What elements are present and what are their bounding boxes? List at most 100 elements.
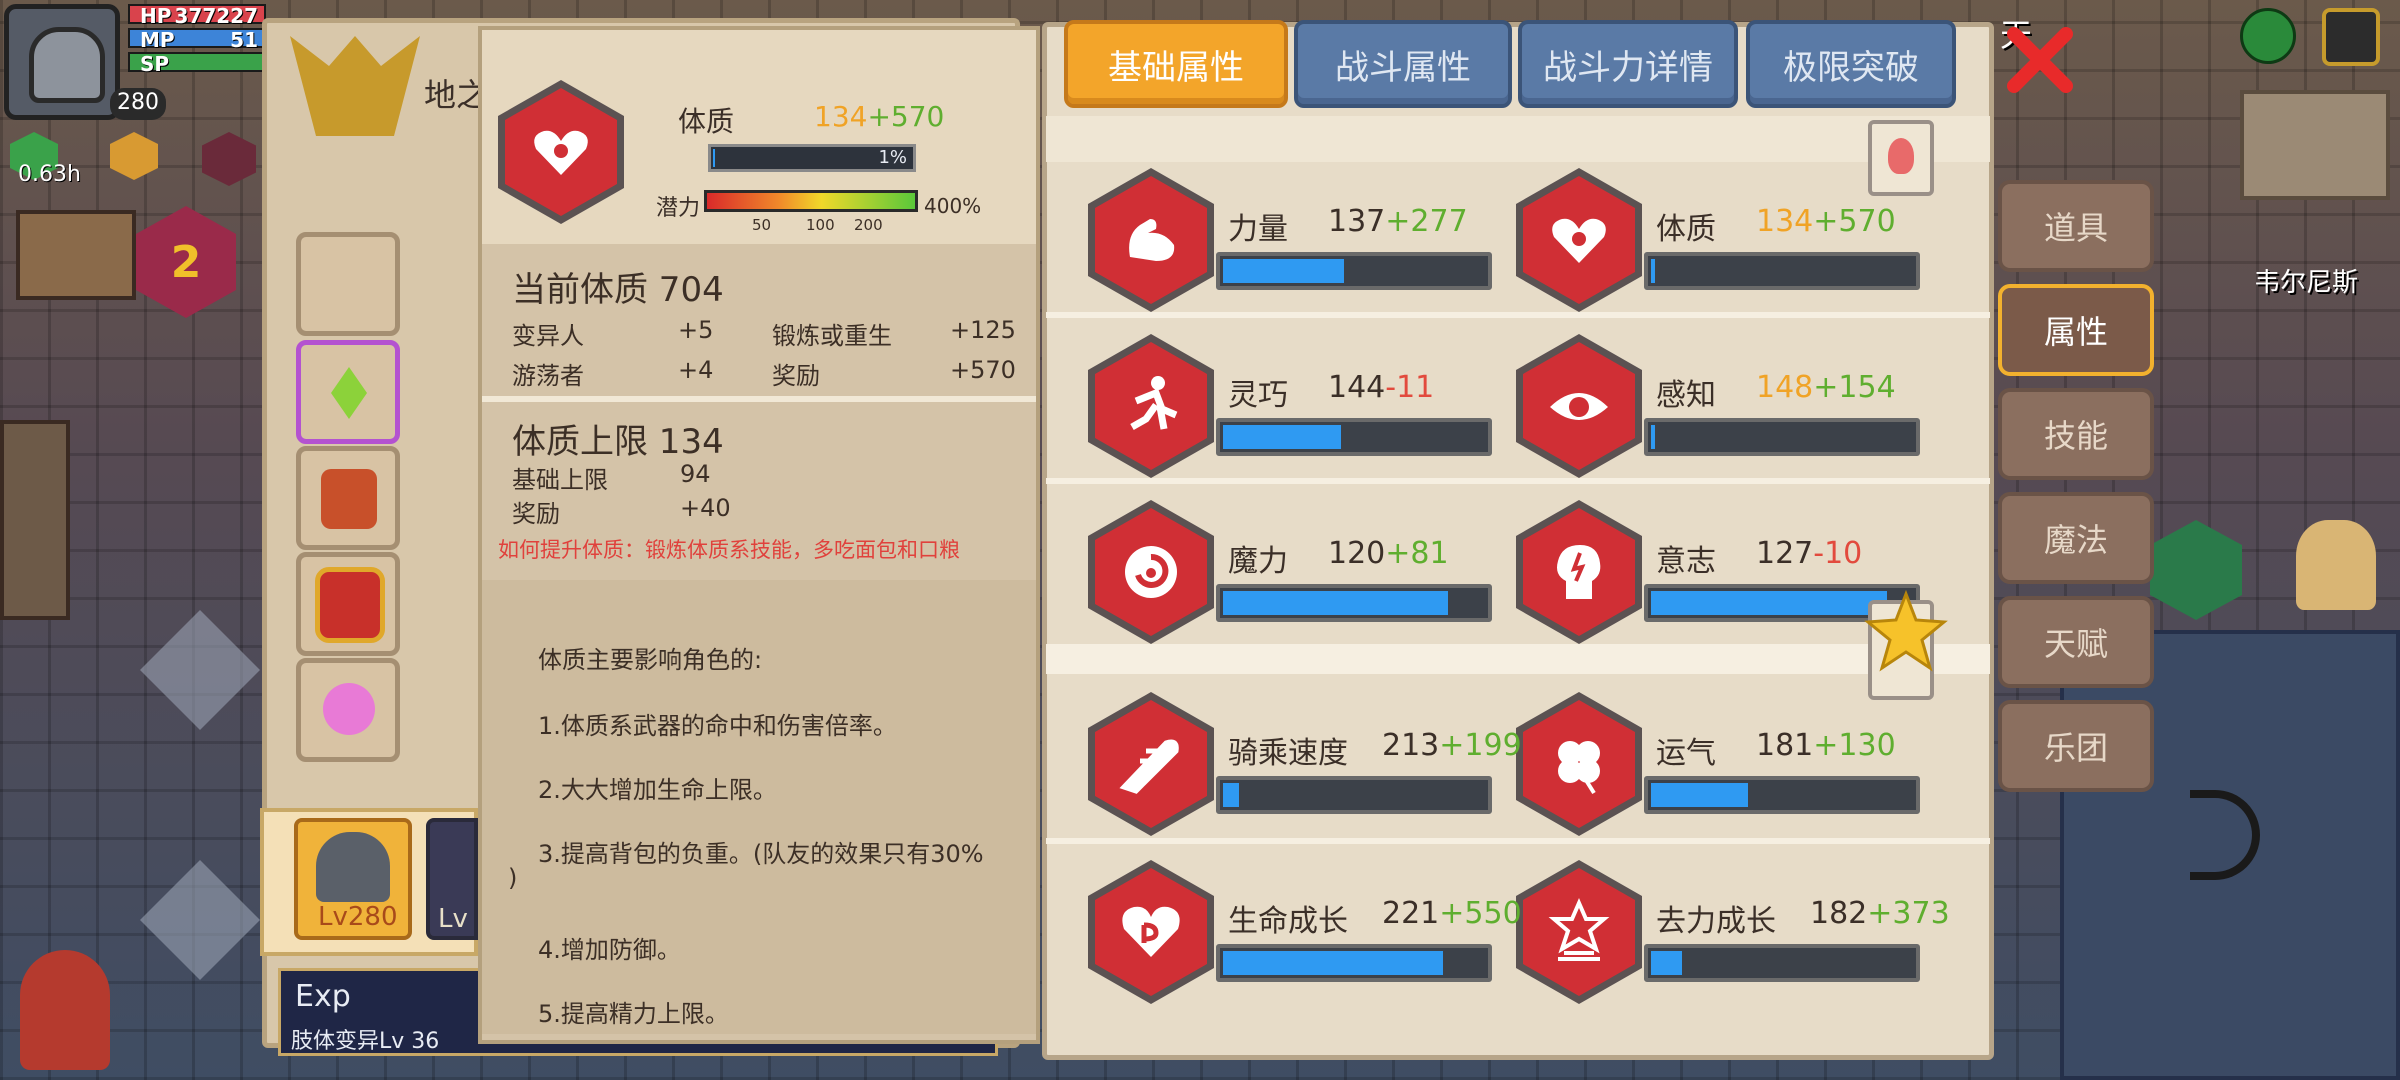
side-menu-item[interactable]: 天赋 [1998, 596, 2154, 688]
source-name: 锻炼或重生 [772, 322, 892, 350]
attr-name: 魔力 [1228, 544, 1288, 579]
equip-slot-armor[interactable] [296, 552, 400, 656]
potion-icon [1888, 138, 1914, 174]
potential-tick-200: 200 [854, 216, 883, 234]
equip-slot-head[interactable] [296, 232, 400, 336]
side-menu-item[interactable]: 属性 [1998, 284, 2154, 376]
attr-7-box[interactable]: 运气 181+130 [1640, 720, 1920, 820]
attr-name: 运气 [1656, 736, 1716, 771]
side-menu-item[interactable]: 道具 [1998, 180, 2154, 272]
attr-mod: +373 [1867, 896, 1950, 931]
attr-progress-fill [1223, 591, 1448, 615]
hp-bar: HP 377227 [128, 4, 266, 28]
mp-value: 51 [230, 28, 258, 52]
attr-progress-bar [1216, 418, 1492, 456]
attr-progress-bar [1644, 776, 1920, 814]
divider [482, 396, 1036, 402]
player-avatar[interactable] [4, 4, 120, 120]
attr-0-box[interactable]: 力量 137+277 [1212, 196, 1492, 296]
stat-detail-bonus: +570 [867, 100, 945, 133]
attr-6-box[interactable]: 骑乘速度 213+199 [1212, 720, 1522, 820]
attr-base: 137 [1328, 204, 1386, 239]
sp-bar: SP [128, 52, 266, 76]
player-character [20, 950, 110, 1070]
tab-combat-power-details[interactable]: 战斗力详情 [1518, 20, 1738, 108]
side-menu-item[interactable]: 技能 [1998, 388, 2154, 480]
effect-line: 3.提高背包的负重。(队友的效果只有30% [538, 840, 984, 868]
equip-slot-back[interactable] [296, 446, 400, 550]
star-icon [1864, 590, 1948, 672]
side-menu-item[interactable]: 魔法 [1998, 492, 2154, 584]
attr-progress-bar [1644, 418, 1920, 456]
tab-basic-attributes[interactable]: 基础属性 [1064, 20, 1288, 108]
limit-row-value: 94 [680, 460, 711, 488]
close-icon[interactable] [2004, 24, 2076, 96]
exp-label: Exp [295, 979, 351, 1014]
attr-8-box[interactable]: 生命成长 221+550 [1212, 888, 1522, 988]
source-name: 游荡者 [512, 362, 584, 390]
source-value: +570 [950, 356, 1016, 384]
location-label: 韦尔尼斯 [2254, 268, 2359, 298]
ally-level: Lv [438, 904, 468, 934]
tab-combat-attributes[interactable]: 战斗属性 [1294, 20, 1512, 108]
attr-name: 体质 [1656, 212, 1716, 247]
row-divider [1046, 644, 1990, 674]
attr-value: 182+373 [1810, 896, 1950, 931]
potential-bar [704, 190, 918, 212]
attr-progress-bar [1216, 944, 1492, 982]
heart-gem-icon [323, 683, 375, 735]
attr-value: 144-11 [1328, 370, 1434, 405]
tab-limit-break[interactable]: 极限突破 [1746, 20, 1956, 108]
limit-title: 体质上限 134 [512, 422, 724, 462]
stat-detail-base: 134 [814, 100, 868, 133]
current-stat-title: 当前体质 704 [512, 270, 724, 310]
attr-progress-fill [1651, 591, 1887, 615]
attr-mod: +154 [1813, 370, 1896, 405]
attr-progress-bar [1644, 944, 1920, 982]
map-wall [0, 420, 70, 620]
attr-base: 221 [1382, 896, 1440, 931]
attr-value: 221+550 [1382, 896, 1522, 931]
stat-detail-name: 体质 [678, 105, 735, 138]
attr-2-box[interactable]: 灵巧 144-11 [1212, 362, 1492, 462]
globe-icon[interactable] [2240, 8, 2296, 64]
buff-timer: 0.63h [18, 162, 81, 187]
attr-3-box[interactable]: 感知 148+154 [1640, 362, 1920, 462]
attr-progress-fill [1223, 425, 1341, 449]
attr-4-box[interactable]: 魔力 120+81 [1212, 528, 1492, 628]
ally-card[interactable]: Lv [426, 818, 478, 940]
attr-base: 127 [1756, 536, 1814, 571]
stat-detail-value: 134+570 [814, 100, 944, 133]
potion-button[interactable] [1868, 120, 1934, 196]
row-divider [1046, 312, 1990, 318]
tab-underlay [1046, 116, 1990, 162]
effect-line: 4.增加防御。 [538, 936, 681, 964]
effect-line: 5.提高精力上限。 [538, 1000, 729, 1028]
mp-bar: MP 51 [128, 28, 266, 52]
limit-row-name: 基础上限 [512, 466, 608, 494]
favorite-button[interactable] [1864, 590, 1948, 700]
attr-mod: +130 [1813, 728, 1896, 763]
stat-detail-panel: 体质 134+570 1% 潜力 50 100 200 400% 当前体质 70… [478, 26, 1040, 1044]
effect-line: 2.大大增加生命上限。 [538, 776, 777, 804]
equip-slot-amulet[interactable] [296, 340, 400, 444]
attr-progress-fill [1223, 783, 1239, 807]
attr-name: 意志 [1656, 544, 1716, 579]
attr-value: 137+277 [1328, 204, 1468, 239]
attr-9-box[interactable]: 去力成长 182+373 [1640, 888, 1950, 988]
attr-name: 去力成长 [1656, 904, 1776, 939]
hero-card[interactable]: Lv280 [294, 818, 412, 940]
attr-base: 213 [1382, 728, 1440, 763]
attr-mod: +277 [1385, 204, 1468, 239]
mp-label: MP [140, 28, 175, 52]
helmet-icon [316, 832, 390, 902]
attr-progress-bar [1644, 252, 1920, 290]
effects-title: 体质主要影响角色的: [538, 646, 763, 674]
attr-mod: +550 [1439, 896, 1522, 931]
side-menu-item[interactable]: 乐团 [1998, 700, 2154, 792]
expand-icon[interactable] [2322, 8, 2380, 66]
equip-slot-accessory[interactable] [296, 658, 400, 762]
minimap[interactable] [2240, 90, 2390, 200]
exp-sub-label: 肢体变异Lv 36 [291, 1029, 440, 1054]
attr-1-box[interactable]: 体质 134+570 [1640, 196, 1920, 296]
